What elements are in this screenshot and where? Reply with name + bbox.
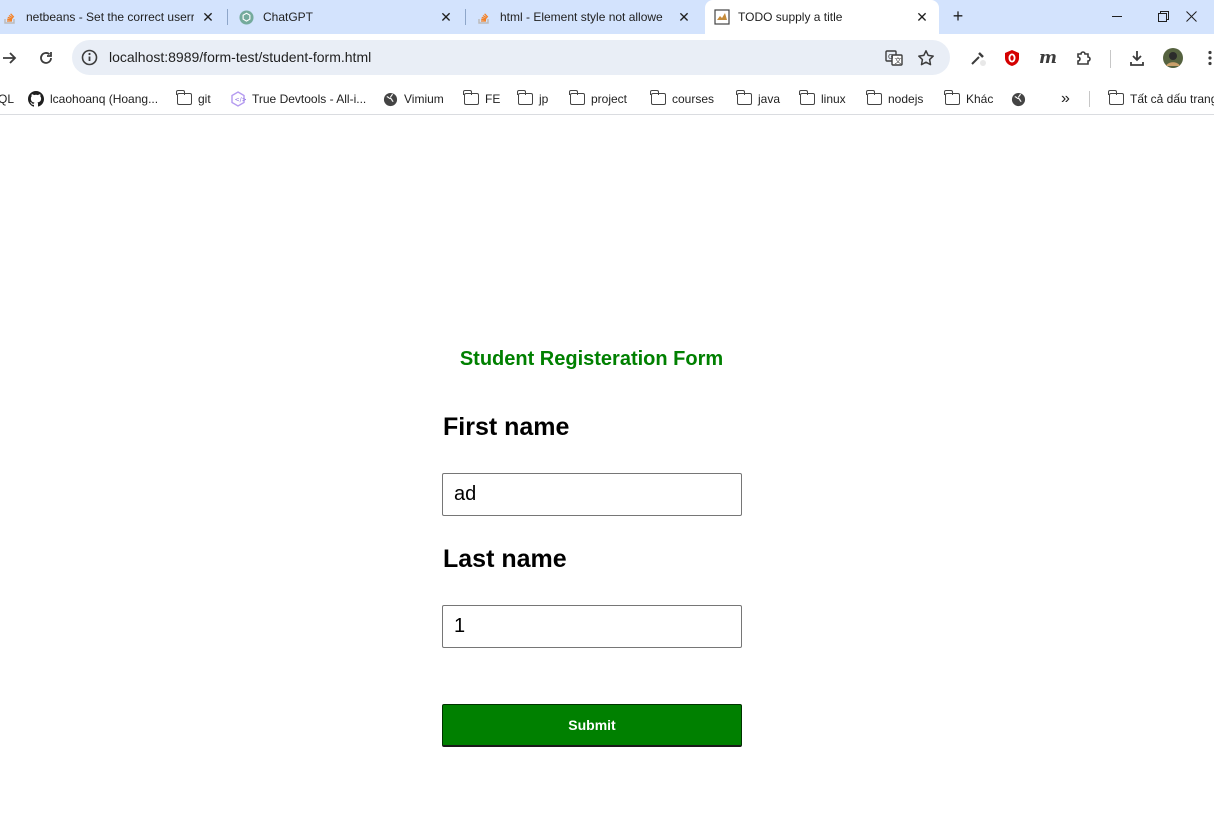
bookmark-label: QL (0, 92, 15, 106)
folder-icon (516, 90, 533, 107)
bookmarks-overflow-chevron[interactable]: » (1061, 88, 1070, 110)
tab-title: html - Element style not allowe (500, 10, 663, 24)
bookmark-all-bookmarks[interactable]: Tất cả dấu trang (1107, 88, 1214, 110)
tab-stackoverflow[interactable]: html - Element style not allowe ✕ (467, 0, 704, 34)
tab-title: TODO supply a title (738, 10, 843, 24)
bookmark-label: project (591, 92, 628, 106)
first-name-label: First name (443, 413, 570, 441)
close-tab-icon[interactable]: ✕ (914, 9, 930, 25)
tab-title: netbeans - Set the correct userr (26, 10, 194, 24)
bookmark-folder-khac[interactable]: Khác (943, 88, 994, 110)
bookmark-folder-project[interactable]: project (568, 88, 628, 110)
svg-text:文: 文 (895, 56, 902, 65)
first-name-input[interactable] (442, 473, 742, 516)
forward-icon[interactable] (0, 46, 22, 70)
folder-icon (462, 90, 479, 107)
folder-icon (865, 90, 882, 107)
folder-icon (568, 90, 585, 107)
devtools-icon: </> (230, 91, 246, 107)
translate-icon[interactable]: G文 (884, 48, 904, 68)
close-tab-icon[interactable]: ✕ (438, 9, 454, 25)
bookmark-label: Khác (966, 92, 994, 106)
download-icon[interactable] (1127, 48, 1147, 68)
bookmark-label: Vimium (404, 92, 444, 106)
submit-button[interactable]: Submit (442, 704, 742, 747)
folder-icon (649, 90, 666, 107)
window-close-icon[interactable] (1186, 0, 1214, 32)
reload-icon[interactable] (34, 46, 58, 70)
tab-separator (227, 9, 228, 25)
bookmark-label: courses (672, 92, 715, 106)
folder-icon (798, 90, 815, 107)
folder-icon (735, 90, 752, 107)
page-content: Student Registeration Form First name La… (0, 116, 1214, 839)
bookmark-label: Tất cả dấu trang (1130, 92, 1214, 106)
last-name-label: Last name (443, 545, 567, 573)
bookmark-globe[interactable] (1010, 88, 1032, 110)
bookmark-label: FE (485, 92, 501, 106)
bookmark-label: git (198, 92, 211, 106)
form-title: Student Registeration Form (459, 348, 724, 370)
folder-icon (1107, 90, 1124, 107)
bookmark-label: True Devtools - All-i... (252, 92, 367, 106)
tab-netbeans[interactable]: netbeans - Set the correct userr ✕ (0, 0, 225, 34)
bookmark-label: lcaohoanq (Hoang... (50, 92, 159, 106)
bookmark-ql[interactable]: QL (0, 88, 14, 110)
bookmark-label: nodejs (888, 92, 924, 106)
profile-avatar[interactable] (1163, 48, 1183, 68)
url-text[interactable]: localhost:8989/form-test/student-form.ht… (109, 49, 371, 65)
page-icon (714, 9, 730, 25)
bookmark-folder-java[interactable]: java (735, 88, 781, 110)
bookmark-vimium[interactable]: Vimium (382, 88, 444, 110)
minimize-icon[interactable] (1094, 0, 1140, 32)
bookmark-label: java (758, 92, 781, 106)
bookmark-folder-nodejs[interactable]: nodejs (865, 88, 924, 110)
address-bar[interactable]: localhost:8989/form-test/student-form.ht… (72, 40, 950, 75)
extensions-puzzle-icon[interactable] (1074, 48, 1094, 68)
tab-strip: netbeans - Set the correct userr ✕ ChatG… (0, 0, 1214, 34)
bookmark-folder-jp[interactable]: jp (516, 88, 549, 110)
close-tab-icon[interactable]: ✕ (200, 9, 216, 25)
folder-icon (175, 90, 192, 107)
close-tab-icon[interactable]: ✕ (676, 9, 692, 25)
menu-kebab-icon[interactable] (1200, 48, 1214, 68)
bookmark-star-icon[interactable] (916, 48, 936, 68)
svg-text:G: G (888, 53, 893, 61)
restore-icon[interactable] (1140, 0, 1186, 32)
toolbar-separator (1110, 50, 1111, 68)
svg-text:</>: </> (235, 97, 246, 104)
globe-icon (382, 91, 398, 107)
bookmark-devtools[interactable]: </> True Devtools - All-i... (230, 88, 366, 110)
bookmark-folder-fe[interactable]: FE (462, 88, 501, 110)
last-name-input[interactable] (442, 605, 742, 648)
monica-extension-icon[interactable]: m (1038, 48, 1058, 68)
eyedropper-extension-icon[interactable] (968, 48, 988, 68)
site-info-icon[interactable] (81, 49, 98, 66)
browser-toolbar: localhost:8989/form-test/student-form.ht… (0, 34, 1214, 82)
bookmark-label: linux (821, 92, 846, 106)
chatgpt-icon (238, 9, 254, 25)
ublock-extension-icon[interactable] (1002, 48, 1022, 68)
github-icon (28, 91, 44, 107)
stackoverflow-icon (2, 9, 18, 25)
stackoverflow-icon (476, 9, 492, 25)
bookmark-github[interactable]: lcaohoanq (Hoang... (28, 88, 158, 110)
tab-chatgpt[interactable]: ChatGPT ✕ (229, 0, 464, 34)
new-tab-button[interactable]: + (948, 6, 968, 26)
tab-separator (465, 9, 466, 25)
bookmark-folder-git[interactable]: git (175, 88, 211, 110)
globe-icon (1010, 91, 1026, 107)
bookmark-folder-linux[interactable]: linux (798, 88, 846, 110)
bookmarks-separator (1089, 91, 1090, 107)
bookmark-folder-courses[interactable]: courses (649, 88, 715, 110)
tab-active-todo[interactable]: TODO supply a title ✕ (705, 0, 939, 34)
folder-icon (943, 90, 960, 107)
bookmark-label: jp (539, 92, 549, 106)
tab-title: ChatGPT (263, 10, 314, 24)
bookmarks-bar: QL lcaohoanq (Hoang... git </> True Devt… (0, 82, 1214, 115)
